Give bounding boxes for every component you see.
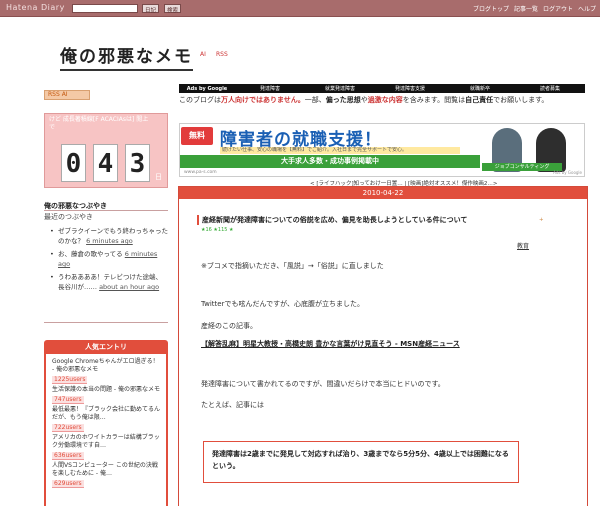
- bookmark-count[interactable]: 747users: [52, 396, 84, 404]
- desc-emphasis: 万人向けではありません。: [221, 96, 305, 104]
- desc-text: このブログは: [179, 96, 221, 104]
- banner-url: www.pa-s.com: [184, 170, 217, 175]
- desc-text: を含みます。閲覧は: [402, 96, 466, 104]
- article-title[interactable]: 産経新聞が発達障害についての俗説を広め、偏見を助長しようとしている件について: [197, 215, 467, 225]
- ai-tag[interactable]: AI: [200, 51, 206, 58]
- desc-bold: 偏った思想: [325, 96, 361, 104]
- desc-bold: 自己責任: [465, 96, 494, 104]
- site-title[interactable]: 俺の邪悪なメモ: [60, 42, 193, 71]
- star-count[interactable]: ★16 ★115 ★: [201, 227, 234, 233]
- banner-stripe: 大手求人多数・成功事例掲載中: [180, 155, 480, 168]
- diary-button[interactable]: 日記: [142, 4, 160, 14]
- paragraph: たとえば、記事には: [201, 401, 264, 409]
- article-date[interactable]: 2010-04-22: [179, 187, 587, 199]
- counter-digit: 3: [125, 144, 150, 182]
- ad-link[interactable]: 発達障害支援: [375, 85, 445, 92]
- rss-tag[interactable]: RSS: [216, 51, 228, 58]
- ads-label[interactable]: Ads by Google: [179, 86, 235, 92]
- hatena-topbar: Hatena Diary 日記 検索 ブログトップ 記事一覧 ログアウト ヘルプ: [0, 0, 600, 17]
- paragraph: 発達障害について書かれてるのですが、間違いだらけで本当にヒドいのです。: [201, 380, 445, 388]
- hatena-logo[interactable]: Hatena Diary: [6, 3, 65, 12]
- logout-link[interactable]: ログアウト: [543, 4, 573, 13]
- desc-emphasis: 過激な内容: [367, 96, 403, 104]
- ad-link[interactable]: 就業発達障害: [305, 85, 375, 92]
- ad-link[interactable]: 発達障害: [235, 85, 305, 92]
- article-body: 産経新聞が発達障害についての俗説を広め、偏見を助長しようとしている件について +…: [179, 199, 587, 506]
- popular-entry-link[interactable]: 生活保護の本当の問題 - 俺の邪悪なメモ: [52, 386, 160, 394]
- bookmark-count[interactable]: 629users: [52, 480, 84, 488]
- day-counter: けど 成長著積線[F ACACIAsは] 閲上で 0 4 3 日: [44, 113, 168, 188]
- tweet-item: お、藤倉の歌やってる 6 minutes ago: [50, 249, 168, 269]
- tweet-text: お、藤倉の歌やってる: [58, 250, 123, 258]
- counter-title[interactable]: けど 成長著積線[F ACACIAsは] 閲上で: [49, 116, 149, 132]
- desc-text: や: [360, 96, 368, 104]
- popular-entries: 人気エントリ Google Chromeちゃんがエロ過ぎる！ - 俺の邪悪なメモ…: [44, 340, 168, 506]
- search-input[interactable]: [72, 4, 138, 13]
- tweets-list: ゼブラクイーンでもう終わっちゃったのかな？ 6 minutes ago お、藤倉…: [50, 226, 168, 295]
- desc-text: 一部、: [304, 96, 326, 104]
- banner-subtext: 続けたい仕事、安心の職場を【無料】でご紹介。入社日まで完全サポートで安心。: [220, 147, 460, 154]
- help-link[interactable]: ヘルプ: [578, 4, 596, 13]
- banner-logo: ジョブコンサルティング: [482, 163, 562, 171]
- popular-title: 人気エントリ: [85, 343, 127, 351]
- popular-entry-link[interactable]: アメリカのホワイトカラーは結構ブラック労働環境です自…: [52, 434, 160, 450]
- bookmark-count[interactable]: 1225users: [52, 376, 88, 384]
- counter-digit: 4: [93, 144, 118, 182]
- search-button[interactable]: 検索: [164, 4, 182, 14]
- divider: [44, 322, 168, 323]
- add-star-button[interactable]: +: [539, 217, 544, 223]
- blog-description: このブログは万人向けではありません。一部、偏った思想や過激な内容を含みます。閲覧…: [179, 95, 589, 106]
- tweet-time-link[interactable]: about an hour ago: [99, 283, 159, 291]
- bookmark-count[interactable]: 722users: [52, 424, 84, 432]
- ads-by-google[interactable]: Ads by Google: [553, 170, 582, 175]
- quote-block: 発達障害は2歳までに発見して対応すれば治り、3歳までなら5分5分、4歳以上では困…: [203, 441, 519, 483]
- tweets-subtitle: 最近のつぶやき: [44, 213, 93, 221]
- counter-unit: 日: [155, 173, 162, 181]
- free-badge: 無料: [181, 127, 213, 145]
- popular-entry-link[interactable]: 人間VSコンピューター この世紀の決戦を楽しむために - 俺…: [52, 462, 160, 478]
- popular-entry-link[interactable]: Google Chromeちゃんがエロ過ぎる！ - 俺の邪悪なメモ: [52, 358, 160, 374]
- google-ads-bar: Ads by Google 発達障害 就業発達障害 発達障害支援 就職新卒 読者…: [179, 84, 585, 93]
- category-link[interactable]: 教育: [517, 241, 529, 250]
- popular-list: Google Chromeちゃんがエロ過ぎる！ - 俺の邪悪なメモ 1225us…: [46, 354, 166, 506]
- topbar-links: ブログトップ 記事一覧 ログアウト ヘルプ: [473, 4, 596, 13]
- tweet-item: うわああああ！テレビつけた途端、長谷川が…… about an hour ago: [50, 272, 168, 292]
- paragraph: 産経のこの記事。: [201, 322, 257, 330]
- divider: [44, 210, 168, 211]
- rss-button[interactable]: RSS AI: [44, 90, 90, 100]
- edit-note: ※ブコメで指摘いただき、「風説」→「俗説」に直しました: [201, 262, 384, 270]
- blog-top-link[interactable]: ブログトップ: [473, 4, 509, 13]
- tweet-item: ゼブラクイーンでもう終わっちゃったのかな？ 6 minutes ago: [50, 226, 168, 246]
- paragraph: Twitterでも呟んだんですが、心底腹が立ちました。: [201, 300, 364, 308]
- banner-ad[interactable]: 無料 障害者の就職支援！ 続けたい仕事、安心の職場を【無料】でご紹介。入社日まで…: [179, 123, 585, 177]
- ad-link[interactable]: 就職新卒: [445, 85, 515, 92]
- article-list-link[interactable]: 記事一覧: [514, 4, 538, 13]
- popular-entry-link[interactable]: 最低最悪！『ブラック会社に勤めてるんだが、もう俺は限…: [52, 406, 160, 422]
- article: 2010-04-22 産経新聞が発達障害についての俗説を広め、偏見を助長しようと…: [178, 186, 588, 506]
- bookmark-count[interactable]: 636users: [52, 452, 84, 460]
- desc-text: でお願いします。: [493, 96, 549, 104]
- counter-digit: 0: [61, 144, 86, 182]
- ad-link[interactable]: 読者募集: [515, 85, 585, 92]
- news-article-link[interactable]: 【解答乱麻】明星大教授・高橋史朗 豊かな言葉がけ見直そう - MSN産経ニュース: [201, 339, 460, 349]
- tweet-time-link[interactable]: 6 minutes ago: [86, 237, 133, 245]
